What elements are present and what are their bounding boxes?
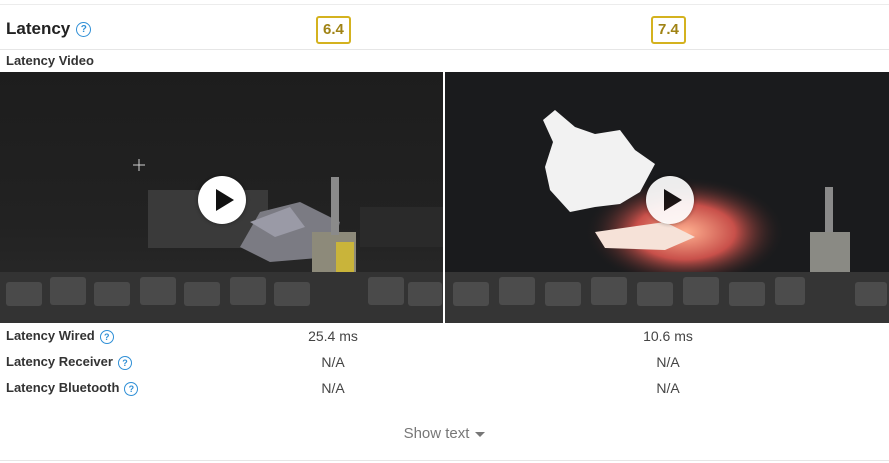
show-text-toggle[interactable]: Show text [0,425,889,442]
play-button-1[interactable] [198,176,246,224]
help-icon[interactable]: ? [124,381,139,396]
help-icon[interactable]: ? [99,329,114,344]
metric-label-bluetooth: Latency Bluetooth? [6,380,139,396]
play-button-2[interactable] [646,176,694,224]
section-title-text: Latency [6,19,71,38]
metric-value-wired-1: 25.4 ms [308,328,358,344]
metric-value-bluetooth-2: N/A [656,380,680,396]
help-icon[interactable]: ? [117,355,132,370]
metric-value-wired-2: 10.6 ms [643,328,693,344]
latency-video-1[interactable] [0,72,443,323]
metric-value-bluetooth-1: N/A [321,380,345,396]
section-title: Latency? [6,19,92,39]
metric-label-text: Latency Receiver [6,354,113,369]
caret-down-icon [475,431,486,437]
bottom-divider [0,460,889,461]
metric-value-receiver-1: N/A [321,354,345,370]
latency-header: Latency? 6.4 7.4 [0,5,889,50]
metric-row-wired: Latency Wired? 25.4 ms 10.6 ms [0,323,889,349]
score-badge-1: 6.4 [316,16,351,44]
latency-video-label: Latency Video [6,53,94,68]
latency-video-2[interactable] [445,72,889,323]
metric-label-text: Latency Wired [6,328,95,343]
metric-label-receiver: Latency Receiver? [6,354,132,370]
play-icon [664,189,682,211]
metric-value-receiver-2: N/A [656,354,680,370]
score-badge-2: 7.4 [651,16,686,44]
metric-label-wired: Latency Wired? [6,328,114,344]
play-icon [216,189,234,211]
metric-row-receiver: Latency Receiver? N/A N/A [0,349,889,375]
metric-label-text: Latency Bluetooth [6,380,120,395]
show-text-label: Show text [403,425,470,442]
help-icon[interactable]: ? [76,22,92,38]
metric-row-bluetooth: Latency Bluetooth? N/A N/A [0,375,889,401]
